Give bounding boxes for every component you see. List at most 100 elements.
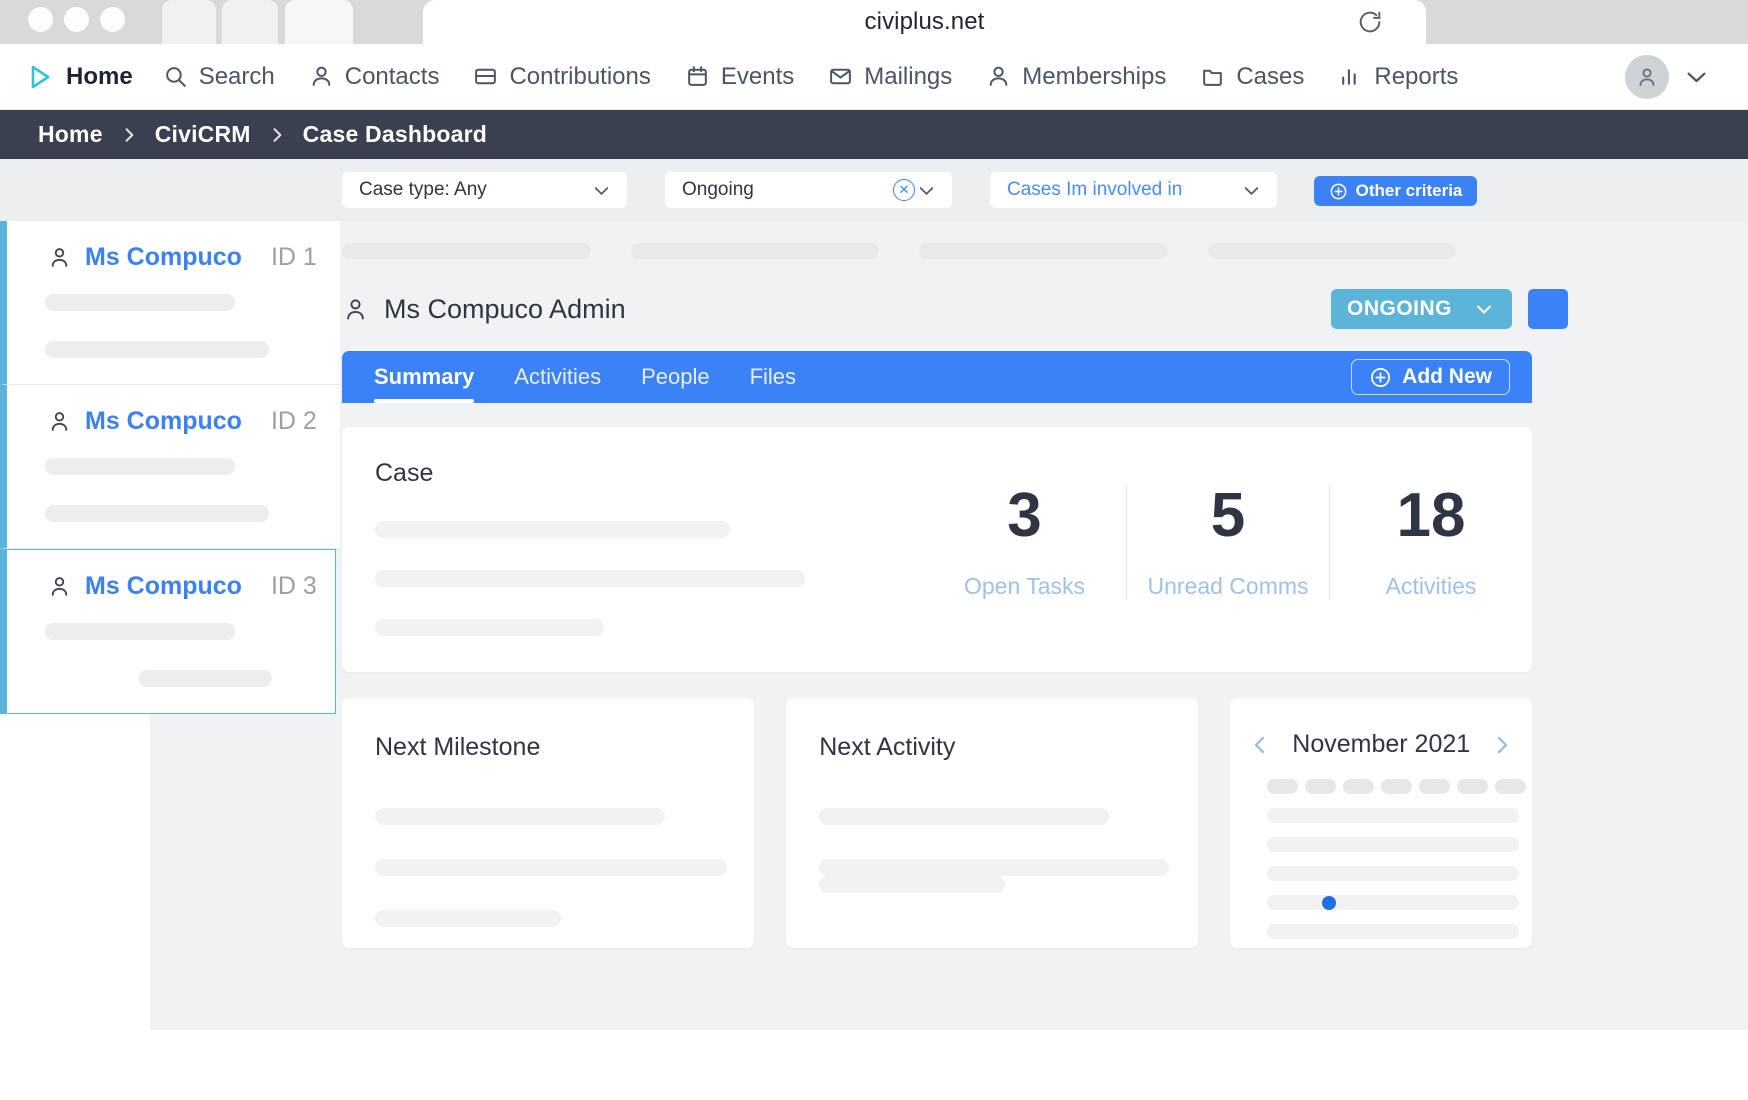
nav-item-mailings[interactable]: Mailings [828,63,952,91]
tab-activities[interactable]: Activities [514,351,601,403]
placeholder-line [375,808,665,825]
placeholder-group [375,521,805,636]
user-menu[interactable] [1625,54,1710,99]
next-activity-title: Next Activity [819,733,956,761]
person-icon [309,64,334,89]
case-list-item-id: ID 3 [270,572,317,600]
next-milestone-card: Next Milestone [342,698,755,948]
case-list: Ms Compuco ID 1 Ms Compuco ID 2 Ms Compu… [0,221,340,714]
nav-label: Reports [1374,62,1459,90]
primary-navigation: Home Search Contacts Contributions Event… [0,44,1748,110]
case-list-item-name[interactable]: Ms Compuco [85,243,242,272]
calendar-week-row [1267,924,1520,939]
nav-item-home[interactable]: Home [26,63,133,91]
calendar-icon [685,64,710,89]
tab-summary[interactable]: Summary [374,351,475,403]
other-criteria-button[interactable]: Other criteria [1314,176,1477,206]
chevron-right-icon [119,125,139,145]
placeholder-chip [1419,779,1451,794]
breadcrumb-item-case-dashboard[interactable]: Case Dashboard [303,121,487,148]
nav-item-memberships[interactable]: Memberships [986,63,1166,91]
placeholder-line [819,808,1110,825]
nav-label: Events [720,62,795,90]
placeholder-line [819,876,1006,893]
breadcrumb-item-civicrm[interactable]: CiviCRM [155,121,251,148]
placeholder-line [375,910,561,927]
browser-active-tab[interactable]: civiplus.net [423,0,1426,44]
add-new-button[interactable]: Add New [1351,359,1510,395]
stat-label: Unread Comms [1147,573,1309,599]
tab-people[interactable]: People [641,351,710,403]
placeholder-line [631,243,879,259]
case-involvement-filter-value: Cases Im involved in [1007,179,1183,200]
placeholder-line [375,859,727,876]
browser-tab-stub[interactable] [222,0,278,44]
case-status-filter[interactable]: Ongoing ✕ [665,172,952,208]
nav-item-events[interactable]: Events [685,63,794,91]
summary-bottom-cards: Next Milestone Next Activity November 20… [342,698,1532,948]
reload-icon[interactable] [1356,8,1384,36]
nav-item-search[interactable]: Search [163,63,275,91]
case-list-item[interactable]: Ms Compuco ID 2 [0,385,340,549]
circle-x-icon[interactable]: ✕ [893,179,915,201]
browser-tab-stub[interactable] [285,0,353,44]
nav-item-cases[interactable]: Cases [1200,63,1304,91]
search-icon [163,64,188,89]
stat-activities[interactable]: 18 Activities [1329,485,1532,600]
case-list-item-id: ID 1 [270,243,317,271]
case-detail-panel: Ms Compuco Admin ONGOING Summary Activit… [338,221,1568,948]
browser-chrome: civiplus.net [0,0,1748,44]
case-list-item-header: Ms Compuco ID 3 [7,572,335,601]
case-status-label: ONGOING [1346,297,1452,320]
envelope-icon [828,64,853,89]
minimize-window-button[interactable] [64,7,89,32]
chevron-down-icon [1240,179,1263,202]
person-icon [342,296,369,323]
calendar-selected-day-dot[interactable] [1322,895,1337,910]
stat-value: 18 [1396,481,1466,550]
next-milestone-title: Next Milestone [375,733,541,761]
case-type-filter[interactable]: Case type: Any [342,172,627,208]
case-stats: 3 Open Tasks 5 Unread Comms 18 Activitie… [923,485,1532,600]
placeholder-line [375,521,730,538]
case-list-item-header: Ms Compuco ID 2 [7,407,340,436]
person-icon [986,64,1011,89]
avatar[interactable] [1625,54,1669,99]
nav-item-reports[interactable]: Reports [1338,63,1458,91]
tab-files[interactable]: Files [750,351,796,403]
placeholder-chip [1343,779,1375,794]
nav-item-contacts[interactable]: Contacts [309,63,439,91]
nav-item-contributions[interactable]: Contributions [473,63,651,91]
case-status-dropdown[interactable]: ONGOING [1330,289,1512,329]
nav-label: Cases [1236,62,1305,90]
placeholder-chip [1495,779,1527,794]
stat-unread-comms[interactable]: 5 Unread Comms [1126,485,1329,600]
stat-open-tasks[interactable]: 3 Open Tasks [923,485,1126,600]
maximize-window-button[interactable] [100,7,125,32]
close-window-button[interactable] [28,7,53,32]
placeholder-line [375,619,604,636]
case-list-item[interactable]: Ms Compuco ID 1 [0,221,340,385]
address-bar-url: civiplus.net [864,8,985,35]
placeholder-line [45,341,269,358]
case-involvement-filter[interactable]: Cases Im involved in [990,172,1277,208]
case-status-filter-value: Ongoing [682,179,754,200]
placeholder-line [1208,243,1456,259]
breadcrumb: Home CiviCRM Case Dashboard [0,110,1748,159]
case-list-item-name[interactable]: Ms Compuco [85,407,242,436]
chevron-down-icon[interactable] [1683,63,1710,90]
case-summary-card: Case 3 Open Tasks 5 Unread Comms 18 Acti… [342,427,1532,672]
nav-label: Home [66,62,133,90]
case-list-item-selected[interactable]: Ms Compuco ID 3 [0,549,336,714]
nav-label: Memberships [1022,62,1167,90]
browser-tab-stub[interactable] [162,0,216,44]
bar-chart-icon [1338,64,1363,89]
placeholder-line [45,623,235,640]
case-list-item-name[interactable]: Ms Compuco [85,572,242,601]
chevron-right-icon[interactable] [1490,733,1514,757]
placeholder-line [45,458,235,475]
chevron-right-icon [267,125,287,145]
hamburger-menu-icon[interactable] [1528,289,1568,329]
breadcrumb-item-home[interactable]: Home [38,121,103,148]
chevron-left-icon[interactable] [1248,733,1272,757]
